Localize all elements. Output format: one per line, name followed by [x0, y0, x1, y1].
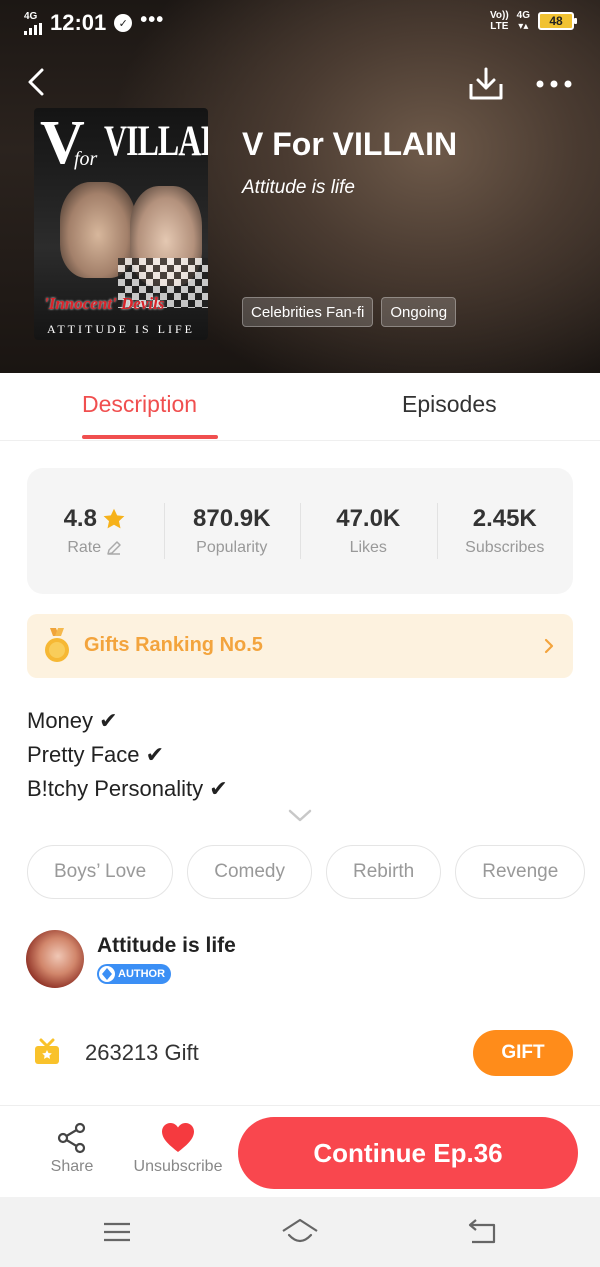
more-notifications-icon: ••• [140, 8, 165, 31]
active-tab-indicator [82, 435, 218, 439]
unsubscribe-label: Unsubscribe [133, 1158, 223, 1175]
cover-tagline: ATTITUDE IS LIFE [47, 322, 195, 336]
tag-list: Boys’ Love Comedy Rebirth Revenge [27, 845, 586, 899]
stat-rate[interactable]: 4.8 Rate [27, 501, 164, 561]
stat-likes: 47.0K Likes [300, 501, 437, 561]
likes-value: 47.0K [336, 505, 401, 532]
tab-description[interactable]: Description [82, 391, 197, 418]
tag-chip[interactable]: Revenge [455, 845, 586, 899]
book-header: 4G 12:01 ✓ ••• Vo)) LTE 4G ▾▴ 48 V for V… [0, 0, 600, 373]
book-title: V For VILLAIN [242, 126, 458, 162]
heart-icon [162, 1123, 194, 1152]
gifts-ranking-banner[interactable]: Gifts Ranking No.5 [27, 614, 573, 678]
rate-value: 4.8 [63, 505, 97, 532]
clock-app-icon: ✓ [114, 14, 133, 32]
tag-chip[interactable]: Comedy [187, 845, 312, 899]
back-nav-icon[interactable] [466, 1217, 498, 1247]
tab-episodes[interactable]: Episodes [402, 391, 497, 418]
cover-subtitle: 'Innocent' Devils [44, 294, 165, 313]
subscribes-value: 2.45K [472, 505, 537, 532]
share-button[interactable]: Share [44, 1122, 100, 1176]
battery-level: 48 [549, 14, 563, 28]
status-chip: Ongoing [381, 297, 457, 327]
tag-chip[interactable]: Boys’ Love [27, 845, 174, 899]
more-options-icon[interactable] [532, 72, 576, 96]
home-icon[interactable] [280, 1217, 320, 1247]
likes-label: Likes [349, 539, 387, 556]
mobile-data-icon: 4G ▾▴ [516, 10, 530, 32]
expand-chevron-icon[interactable] [288, 808, 312, 824]
share-label: Share [50, 1158, 94, 1175]
tab-bar: Description Episodes [0, 373, 600, 441]
category-chip[interactable]: Celebrities Fan-fi [242, 297, 374, 327]
gift-button[interactable]: GIFT [473, 1030, 573, 1076]
book-cover[interactable]: V for VILLAIN 'Innocent' Devils ATTITUDE… [34, 108, 208, 340]
star-icon [103, 508, 125, 529]
clock-time: 12:01 [50, 10, 107, 35]
popularity-value: 870.9K [193, 505, 271, 532]
menu-icon[interactable] [101, 1217, 133, 1247]
author-badge-icon [99, 966, 115, 982]
author-badge-label: AUTHOR [118, 968, 166, 980]
stat-subscribes: 2.45K Subscribes [436, 501, 574, 561]
stat-popularity: 870.9K Popularity [163, 501, 301, 561]
description-line: Pretty Face ✔ [27, 742, 165, 767]
author-avatar[interactable] [26, 930, 84, 988]
author-name[interactable]: Attitude is life [97, 934, 236, 958]
gift-count-label: Gift [164, 1040, 199, 1065]
chevron-right-icon [544, 638, 554, 654]
description-line: B!tchy Personality ✔ [27, 776, 228, 801]
gift-count-value: 263213 [85, 1040, 159, 1065]
popularity-label: Popularity [196, 539, 268, 556]
cover-title-for: for [74, 148, 98, 170]
system-nav-bar [0, 1197, 600, 1267]
network-label: 4G [24, 10, 38, 22]
battery-icon: 48 [538, 12, 577, 30]
gift-box-icon [35, 1038, 59, 1064]
stats-card: 4.8 Rate 870.9K Popularity 47.0K Likes 2… [27, 468, 573, 594]
book-description: Money ✔ Pretty Face ✔ B!tchy Personality… [27, 704, 228, 806]
status-bar: 4G 12:01 ✓ ••• Vo)) LTE 4G ▾▴ 48 [0, 0, 600, 46]
gift-count: 263213 Gift [85, 1040, 199, 1066]
subscribes-label: Subscribes [465, 539, 545, 556]
medal-icon [45, 628, 69, 662]
book-author[interactable]: Attitude is life [242, 177, 355, 199]
author-badge: AUTHOR [97, 964, 172, 984]
share-icon [57, 1122, 86, 1154]
signal-icon: 4G [24, 10, 42, 35]
pencil-icon[interactable] [105, 539, 123, 557]
cover-title-villain: VILLAIN [104, 116, 208, 165]
back-arrow-icon[interactable] [22, 64, 54, 100]
tag-chip[interactable]: Rebirth [326, 845, 442, 899]
volte-icon: Vo)) LTE [489, 10, 509, 32]
download-icon[interactable] [466, 66, 506, 102]
unsubscribe-button[interactable]: Unsubscribe [128, 1122, 228, 1176]
bottom-action-bar: Share Unsubscribe Continue Ep.36 [0, 1105, 600, 1197]
rate-label: Rate [67, 539, 102, 556]
description-line: Money ✔ [27, 708, 118, 733]
continue-reading-button[interactable]: Continue Ep.36 [238, 1117, 578, 1189]
book-chips: Celebrities Fan-fi Ongoing [242, 297, 457, 327]
gifts-ranking-text: Gifts Ranking No.5 [84, 634, 263, 656]
